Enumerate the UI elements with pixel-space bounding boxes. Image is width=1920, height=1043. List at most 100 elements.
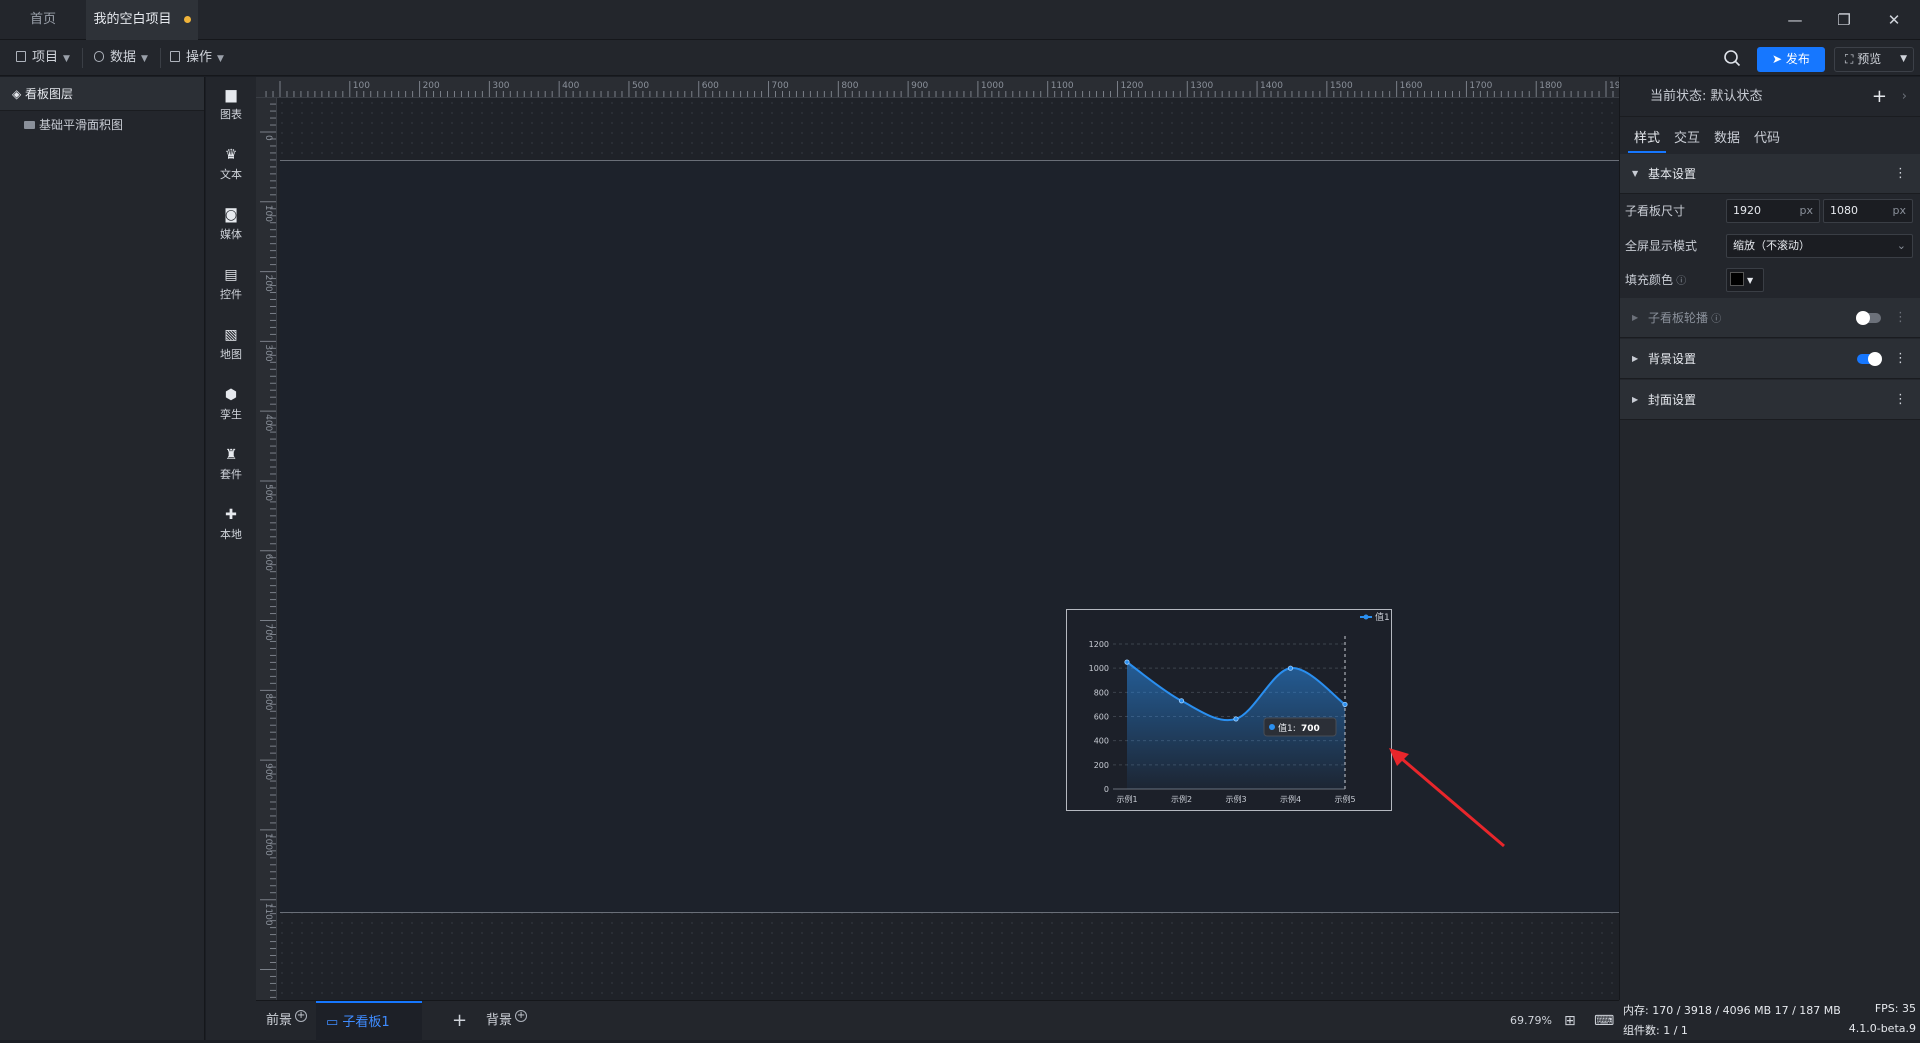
height-input[interactable]: 1080 px	[1823, 199, 1913, 223]
area-chart[interactable]: 0 200 400 600 800 1000 1200 示例1 示例2 示例3 示例4 示例5 值1…	[1067, 610, 1391, 810]
legend[interactable]: 值1	[1360, 611, 1390, 623]
tab-interaction[interactable]: 交互	[1668, 125, 1706, 153]
background-toggle[interactable]	[1857, 352, 1882, 366]
section-basic[interactable]: ▼ 基本设置 ⋮	[1620, 154, 1920, 194]
section-cover-title: 封面设置	[1648, 393, 1697, 407]
section-cover[interactable]: ▶ 封面设置 ⋮	[1620, 380, 1920, 420]
y-tick-label: 1200	[1089, 640, 1109, 649]
menu-data[interactable]: 数据 ▼	[92, 46, 148, 70]
x-tick-label: 示例2	[1171, 794, 1192, 804]
section-basic-title: 基本设置	[1648, 167, 1697, 181]
add-state-icon[interactable]: +	[1872, 77, 1887, 117]
ruler-label: 500	[263, 484, 273, 501]
comp-twin[interactable]: ⬢ 孪生	[206, 387, 256, 422]
comp-media[interactable]: ◙ 媒体	[206, 207, 256, 242]
comp-map[interactable]: ▧ 地图	[206, 327, 256, 362]
y-tick-label: 1000	[1089, 664, 1109, 673]
preview-button[interactable]: ⛶ 预览 ▼	[1834, 47, 1914, 72]
y-tick-label: 800	[1094, 688, 1109, 697]
more-icon[interactable]: ⋮	[1894, 298, 1907, 338]
ruler-label: 900	[263, 763, 273, 780]
fill-color-picker[interactable]: ▼	[1726, 268, 1764, 292]
more-icon[interactable]: ⋮	[1894, 380, 1907, 420]
fullscreen-label: 全屏显示模式	[1625, 239, 1698, 253]
publish-button[interactable]: ➤ 发布	[1757, 47, 1825, 72]
comp-suite[interactable]: ♜ 套件	[206, 447, 256, 482]
menu-operate[interactable]: 操作 ▼	[168, 46, 224, 70]
comp-local[interactable]: ✚ 本地	[206, 507, 256, 542]
tab-code[interactable]: 代码	[1748, 125, 1786, 153]
toggle-knob	[1868, 352, 1882, 366]
grid-icon	[170, 51, 180, 62]
restore-icon[interactable]: ❐	[1830, 8, 1858, 32]
fps-status: FPS: 35	[1874, 1002, 1916, 1015]
state-value[interactable]: 默认状态	[1711, 89, 1763, 104]
x-tick-label: 示例1	[1116, 794, 1137, 804]
bottom-bar: 前景 + ▭ 子看板1 + 背景 + 69.79% ⊞ ⌨	[256, 1000, 1619, 1041]
minimize-icon[interactable]: —	[1781, 8, 1809, 32]
y-tick-label: 400	[1094, 737, 1109, 746]
ruler-label: 1100	[1051, 81, 1074, 91]
zoom-level: 69.79%	[1510, 1014, 1552, 1027]
tab-data[interactable]: 数据	[1708, 125, 1746, 153]
more-icon[interactable]: ⋮	[1894, 154, 1907, 194]
width-input[interactable]: 1920 px	[1726, 199, 1820, 223]
section-background-title: 背景设置	[1648, 352, 1697, 366]
chevron-down-icon: ▼	[217, 54, 224, 64]
y-tick-label: 0	[1104, 785, 1109, 794]
add-tab-button[interactable]: +	[452, 1001, 467, 1041]
preview-label: 预览	[1857, 52, 1882, 66]
section-carousel[interactable]: ▶ 子看板轮播 ⓘ ⋮	[1620, 298, 1920, 338]
data-point[interactable]	[1178, 698, 1185, 704]
data-point[interactable]	[1233, 716, 1239, 722]
comp-text[interactable]: ♛ 文本	[206, 147, 256, 182]
width-value: 1920	[1733, 204, 1761, 217]
keyboard-icon[interactable]: ⌨	[1594, 1001, 1614, 1041]
ruler-label: 400	[263, 414, 273, 431]
chevron-down-icon: ▼	[1900, 54, 1907, 64]
area-chart-widget[interactable]: 0 200 400 600 800 1000 1200 示例1 示例2 示例3 示例4 示例5 值1…	[1066, 609, 1392, 811]
data-point[interactable]	[1124, 659, 1130, 665]
comp-chart[interactable]: ▆ 图表	[206, 87, 256, 122]
carousel-toggle[interactable]	[1856, 311, 1881, 325]
layer-item[interactable]: 基础平滑面积图	[0, 111, 204, 139]
more-icon[interactable]: ⋮	[1894, 339, 1907, 379]
ruler-label: 1400	[1260, 81, 1283, 91]
legend-marker	[1363, 614, 1369, 620]
tab-background[interactable]: 背景 +	[486, 1001, 528, 1041]
tab-background-label: 背景	[486, 1013, 513, 1028]
tab-subboard[interactable]: ▭ 子看板1	[316, 1001, 422, 1041]
tab-style[interactable]: 样式	[1628, 125, 1666, 153]
map-icon: ▧	[224, 327, 238, 343]
help-icon[interactable]: ⓘ	[1673, 276, 1686, 287]
comp-control[interactable]: ▤ 控件	[206, 267, 256, 302]
section-background[interactable]: ▶ 背景设置 ⋮	[1620, 339, 1920, 379]
ruler-label: 400	[562, 81, 579, 91]
canvas-area[interactable]: 0 200 400 600 800 1000 1200 示例1 示例2 示例3 示例4 示例5 值1…	[277, 98, 1619, 1000]
tab-project[interactable]: 我的空白项目	[86, 0, 198, 40]
chevron-right-icon[interactable]: ›	[1902, 77, 1907, 117]
tab-subboard-label: 子看板1	[342, 1015, 390, 1030]
menu-project[interactable]: 项目 ▼	[14, 46, 70, 70]
tab-home[interactable]: 首页	[0, 0, 86, 40]
fullscreen-select[interactable]: 缩放（不滚动） ⌄	[1726, 234, 1913, 258]
publish-label: 发布	[1785, 52, 1810, 66]
fit-screen-icon[interactable]: ⊞	[1564, 1001, 1576, 1041]
height-unit: px	[1892, 204, 1907, 217]
close-icon[interactable]: ✕	[1880, 8, 1908, 32]
tab-foreground[interactable]: 前景 +	[266, 1001, 308, 1041]
folder-icon	[24, 121, 35, 129]
search-icon[interactable]	[1723, 49, 1741, 67]
help-icon[interactable]: ⓘ	[1708, 314, 1721, 325]
layers-title: 看板图层	[25, 87, 74, 101]
menu-project-label: 项目	[32, 50, 59, 65]
data-point[interactable]	[1342, 701, 1348, 708]
add-circle-icon[interactable]: +	[515, 1010, 528, 1022]
y-tick-label: 600	[1094, 713, 1109, 722]
layers-icon: ◈	[12, 87, 26, 101]
comp-label: 本地	[220, 528, 242, 541]
comp-label: 媒体	[220, 228, 242, 241]
data-point[interactable]	[1287, 665, 1294, 671]
memory-status: 内存: 170 / 3918 / 4096 MB 17 / 187 MB	[1623, 1004, 1841, 1017]
add-circle-icon[interactable]: +	[295, 1010, 308, 1022]
